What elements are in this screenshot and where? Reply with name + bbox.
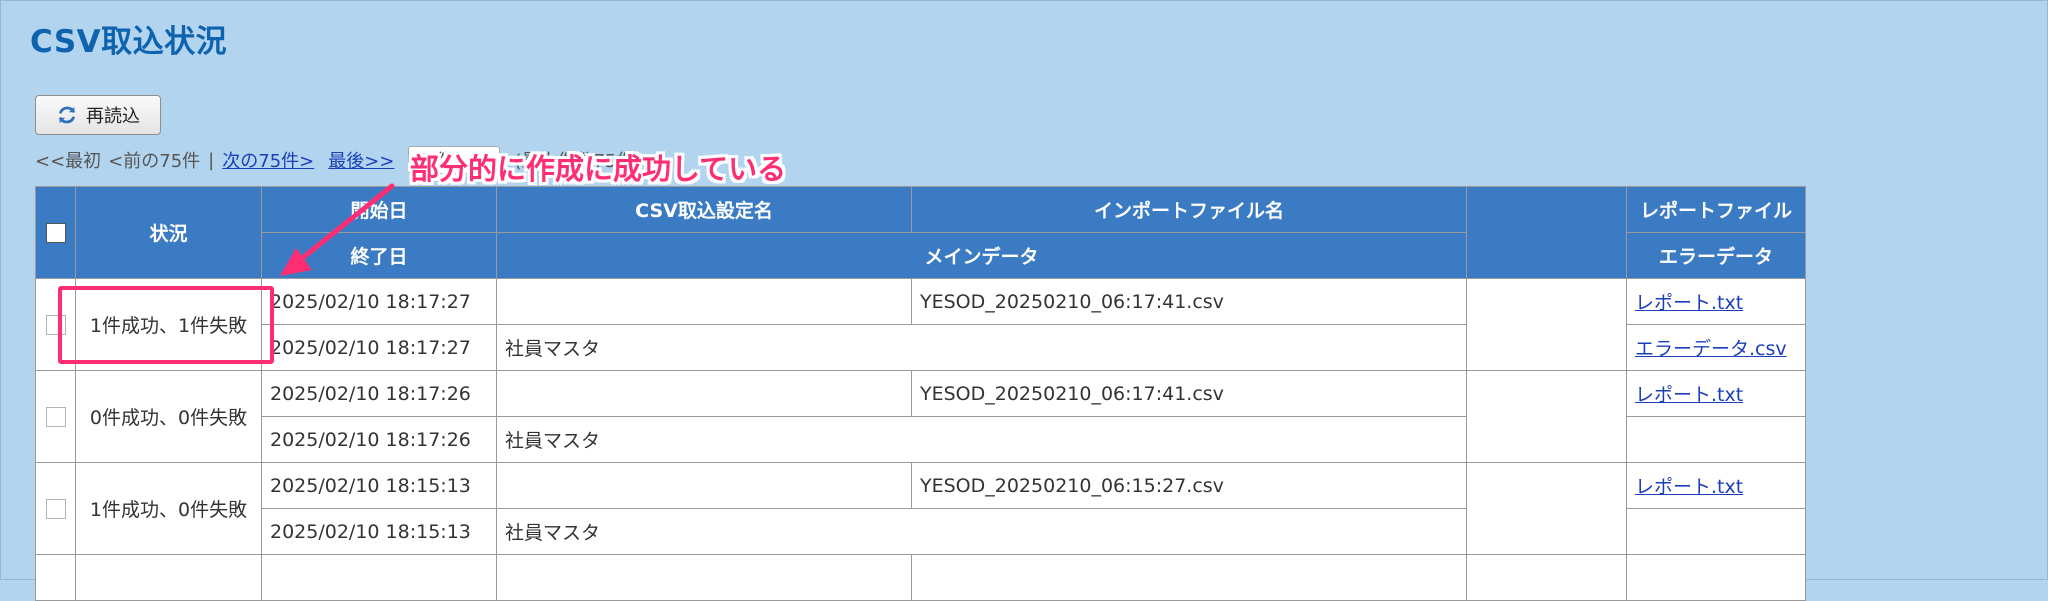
column-import-file[interactable]: インポートファイル名 [911,186,1467,233]
blank-cell [1466,278,1627,371]
column-end-date[interactable]: 終了日 [261,232,497,279]
select-all-checkbox[interactable] [45,223,66,243]
start-date-cell: 2025/02/10 18:17:27 [261,278,497,325]
setting-name-cell [496,370,912,417]
blank-cell [1466,462,1627,555]
table-row-partial [35,554,1806,601]
pager-next-link[interactable]: 次の75件> [222,147,314,173]
main-data-cell: 社員マスタ [496,508,1467,555]
report-file-cell: レポート.txt [1626,462,1806,509]
report-link[interactable]: レポート.txt [1635,292,1743,314]
column-report-file: レポートファイル [1626,186,1806,233]
error-data-cell: エラーデータ.csv [1626,324,1806,371]
annotation-highlight-box [58,286,274,364]
error-data-cell [1626,416,1806,463]
table-row: 0件成功、0件失敗 2025/02/10 18:17:26 YESOD_2025… [35,370,1806,463]
import-file-cell: YESOD_20250210_06:15:27.csv [911,462,1467,509]
column-error-data: エラーデータ [1626,232,1806,279]
status-cell: 0件成功、0件失敗 [75,370,262,463]
report-link[interactable]: レポート.txt [1635,476,1743,498]
column-main-data[interactable]: メインデータ [496,232,1467,279]
start-date-cell: 2025/02/10 18:15:13 [261,462,497,509]
main-data-cell: 社員マスタ [496,324,1467,371]
table-row: 1件成功、0件失敗 2025/02/10 18:15:13 YESOD_2025… [35,462,1806,555]
reload-button[interactable]: 再読込 [35,95,161,135]
row-checkbox[interactable] [45,407,66,427]
start-date-cell: 2025/02/10 18:17:26 [261,370,497,417]
end-date-cell: 2025/02/10 18:15:13 [261,508,497,555]
import-file-cell: YESOD_20250210_06:17:41.csv [911,370,1467,417]
error-data-cell [1626,508,1806,555]
annotation-text: 部分的に作成に成功している [410,152,787,186]
reload-label: 再読込 [86,106,140,126]
report-file-cell: レポート.txt [1626,370,1806,417]
column-start-date[interactable]: 開始日 [261,186,497,233]
setting-name-cell [496,462,912,509]
report-link[interactable]: レポート.txt [1635,384,1743,406]
pager-separator: | [208,149,215,171]
error-data-link[interactable]: エラーデータ.csv [1635,338,1787,360]
column-blank [1466,186,1627,279]
select-all-cell [35,186,76,279]
pager-last-link[interactable]: 最後>> [328,147,394,173]
header-row-1: 状況 開始日 CSV取込設定名 インポートファイル名 レポートファイル [35,186,1806,279]
end-date-cell: 2025/02/10 18:17:26 [261,416,497,463]
main-data-cell: 社員マスタ [496,416,1467,463]
blank-cell [1466,370,1627,463]
report-file-cell: レポート.txt [1626,278,1806,325]
end-date-cell: 2025/02/10 18:17:27 [261,324,497,371]
page-title: CSV取込状況 [30,24,228,60]
row-select-cell [35,370,76,463]
column-setting-name[interactable]: CSV取込設定名 [496,186,912,233]
refresh-icon [59,106,75,124]
row-checkbox[interactable] [45,499,66,519]
import-file-cell: YESOD_20250210_06:17:41.csv [911,278,1467,325]
pager-first: <<最初 [35,151,102,172]
column-status[interactable]: 状況 [75,186,262,279]
row-select-cell [35,462,76,555]
status-cell: 1件成功、0件失敗 [75,462,262,555]
pager-prev: <前の75件 [108,151,201,172]
setting-name-cell [496,278,912,325]
table-row: 1件成功、1件失敗 2025/02/10 18:17:27 YESOD_2025… [35,278,1806,371]
import-status-table: 状況 開始日 CSV取込設定名 インポートファイル名 レポートファイル 終了日 … [35,186,1806,601]
